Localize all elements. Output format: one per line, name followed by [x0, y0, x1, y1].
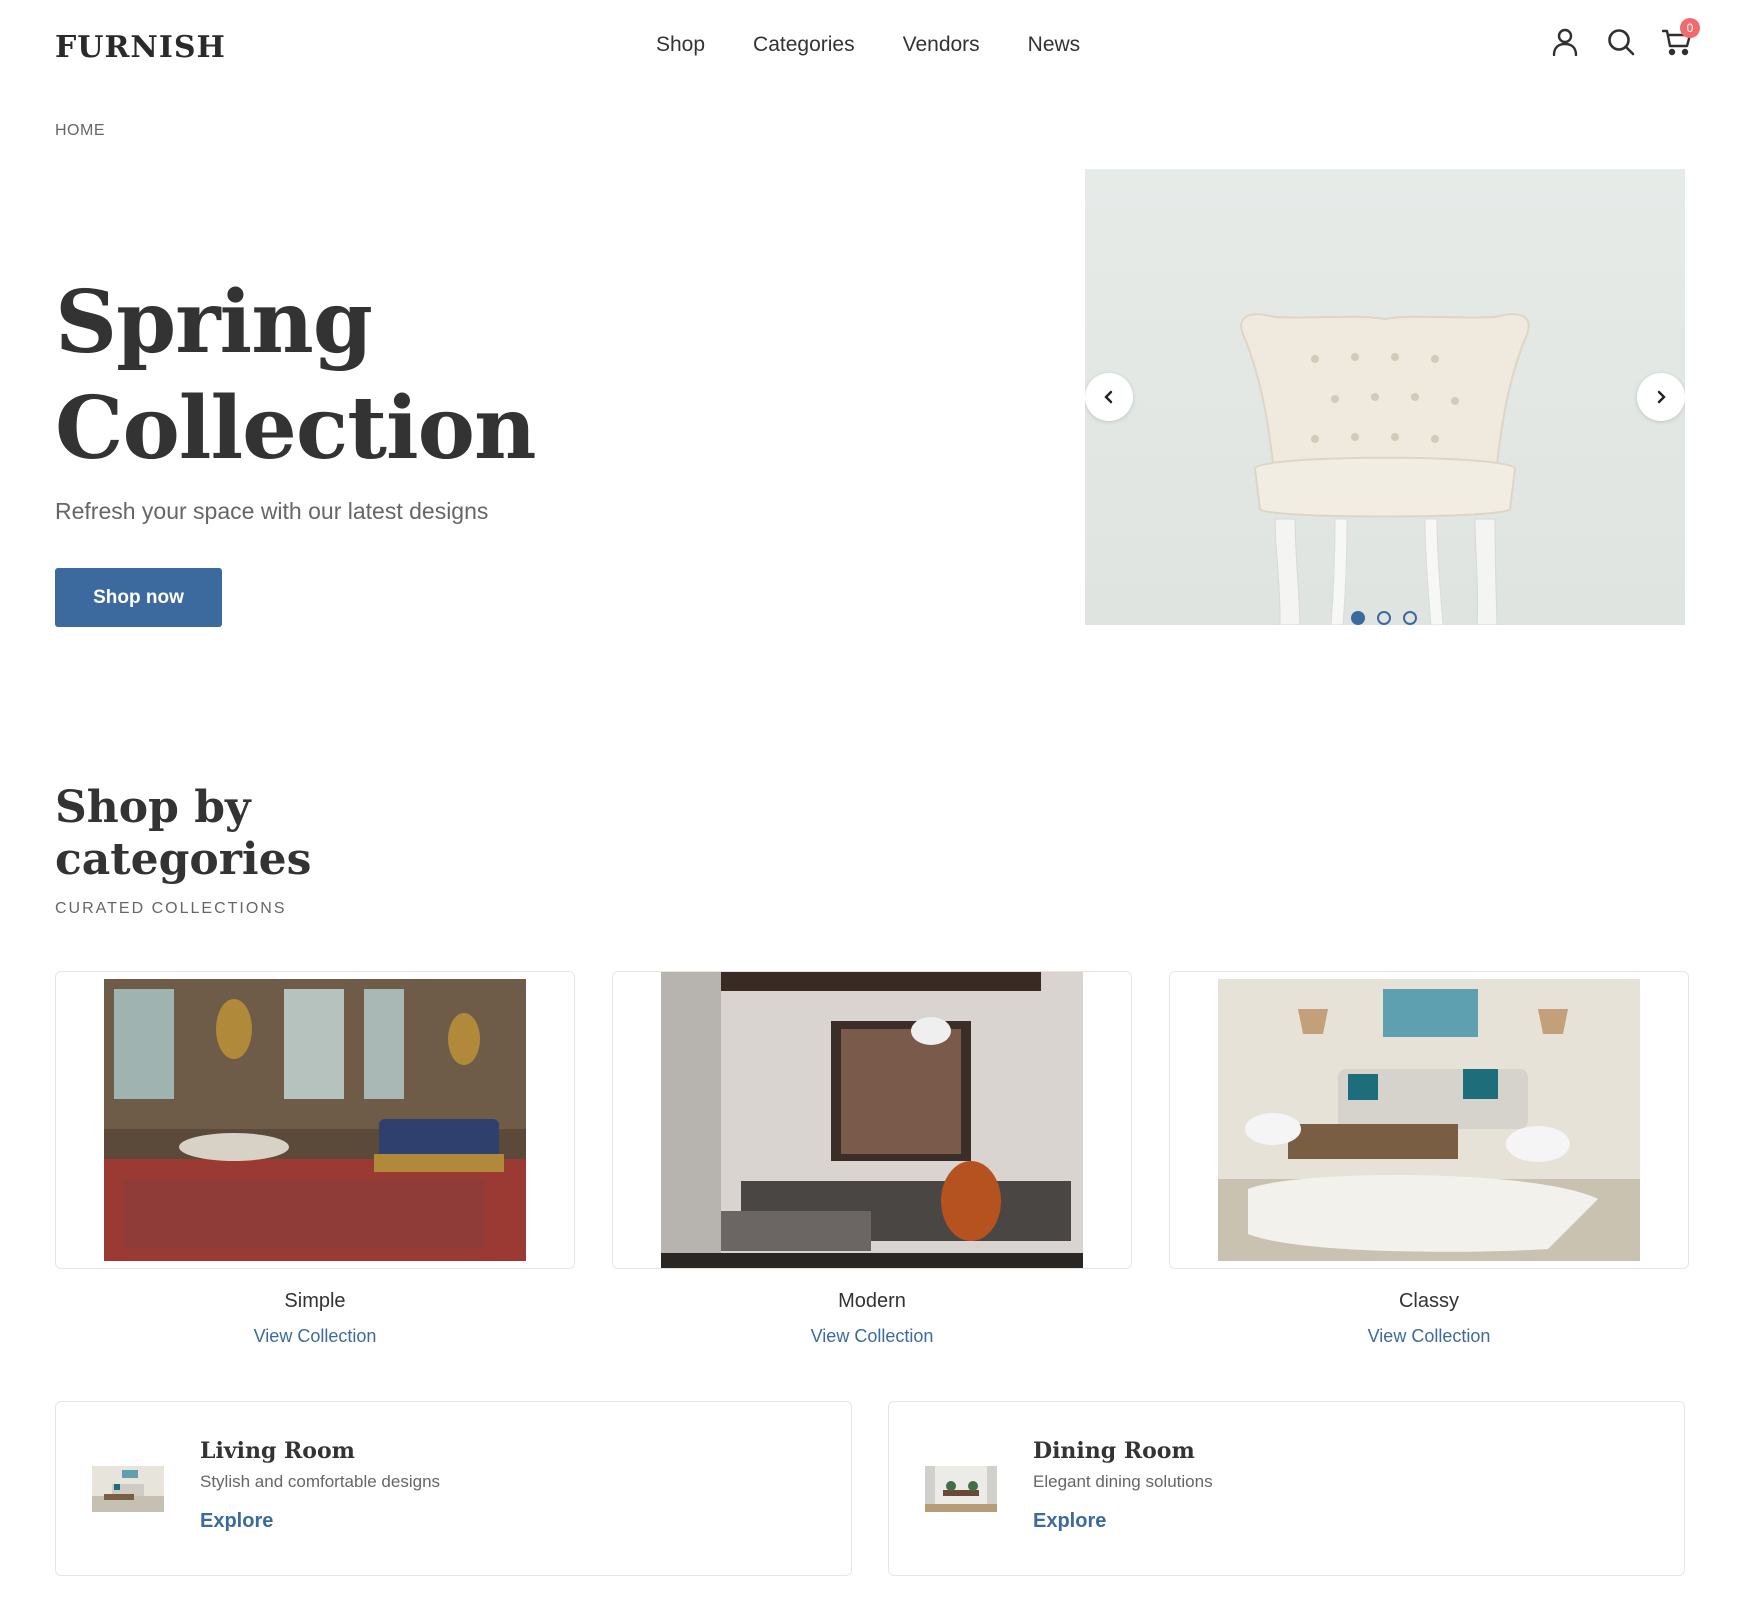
- slider-next-button[interactable]: [1637, 373, 1685, 421]
- category-card-classy[interactable]: [1169, 971, 1689, 1269]
- category-card-simple[interactable]: [55, 971, 575, 1269]
- search-icon: [1608, 29, 1635, 56]
- account-button[interactable]: [1550, 26, 1580, 58]
- hero-title-line2: Collection: [55, 378, 537, 479]
- category-image-modern: [661, 972, 1083, 1268]
- categories-title: Shop by categories: [55, 782, 311, 886]
- cart-count-badge: 0: [1680, 18, 1700, 38]
- nav-item-categories[interactable]: Categories: [753, 33, 855, 57]
- breadcrumb[interactable]: HOME: [55, 122, 105, 140]
- room-desc-dining-room: Elegant dining solutions: [1033, 1472, 1213, 1491]
- room-thumbnail-living-room: [92, 1466, 164, 1512]
- category-link-simple[interactable]: View Collection: [55, 1326, 575, 1347]
- brand-logo[interactable]: FURNISH: [55, 30, 226, 65]
- hero-title: Spring Collection: [55, 270, 537, 482]
- chevron-left-icon: [1104, 390, 1113, 404]
- category-link-classy[interactable]: View Collection: [1169, 1326, 1689, 1347]
- room-thumbnail-dining-room: [925, 1466, 997, 1512]
- hero-subtitle: Refresh your space with our latest desig…: [55, 498, 489, 524]
- nav-item-shop[interactable]: Shop: [656, 33, 705, 57]
- categories-subtitle: CURATED COLLECTIONS: [55, 900, 287, 917]
- user-icon: [1552, 28, 1578, 56]
- category-name-simple: Simple: [284, 1290, 346, 1312]
- category-image-simple: [104, 979, 526, 1261]
- shop-now-button[interactable]: Shop now: [55, 568, 222, 627]
- room-explore-living-room[interactable]: Explore: [200, 1510, 273, 1533]
- nav-item-vendors[interactable]: Vendors: [903, 33, 980, 57]
- room-title-living-room: Living Room: [200, 1438, 355, 1464]
- nav-item-news[interactable]: News: [1028, 33, 1081, 57]
- category-name-classy: Classy: [1398, 1290, 1459, 1312]
- category-name-modern: Modern: [838, 1290, 906, 1312]
- category-image-classy: [1218, 979, 1640, 1261]
- categories-title-line2: categories: [55, 834, 312, 885]
- category-card-modern[interactable]: [612, 971, 1132, 1269]
- categories-title-line1: Shop by: [55, 782, 251, 833]
- room-title-dining-room: Dining Room: [1033, 1438, 1195, 1464]
- chevron-right-icon: [1657, 390, 1666, 404]
- hero-slide-image: [1240, 313, 1530, 625]
- room-card-living-room[interactable]: Living Room Stylish and comfortable desi…: [55, 1401, 852, 1576]
- header-actions: 0: [1550, 18, 1700, 58]
- hero-slider[interactable]: [1085, 169, 1685, 625]
- slider-prev-button[interactable]: [1085, 373, 1133, 421]
- main-nav: Shop Categories Vendors News: [656, 33, 1128, 57]
- cart-button[interactable]: 0: [1662, 18, 1700, 58]
- slider-dot-3[interactable]: [1403, 611, 1417, 625]
- slider-dot-1[interactable]: [1351, 611, 1365, 625]
- category-link-modern[interactable]: View Collection: [612, 1326, 1132, 1347]
- room-explore-dining-room[interactable]: Explore: [1033, 1510, 1106, 1533]
- room-desc-living-room: Stylish and comfortable designs: [200, 1472, 441, 1491]
- slider-dot-2[interactable]: [1377, 611, 1391, 625]
- room-card-dining-room[interactable]: Dining Room Elegant dining solutions Exp…: [888, 1401, 1685, 1576]
- hero-title-line1: Spring: [55, 272, 373, 373]
- search-button[interactable]: [1606, 26, 1636, 58]
- slider-dots: [1351, 611, 1417, 625]
